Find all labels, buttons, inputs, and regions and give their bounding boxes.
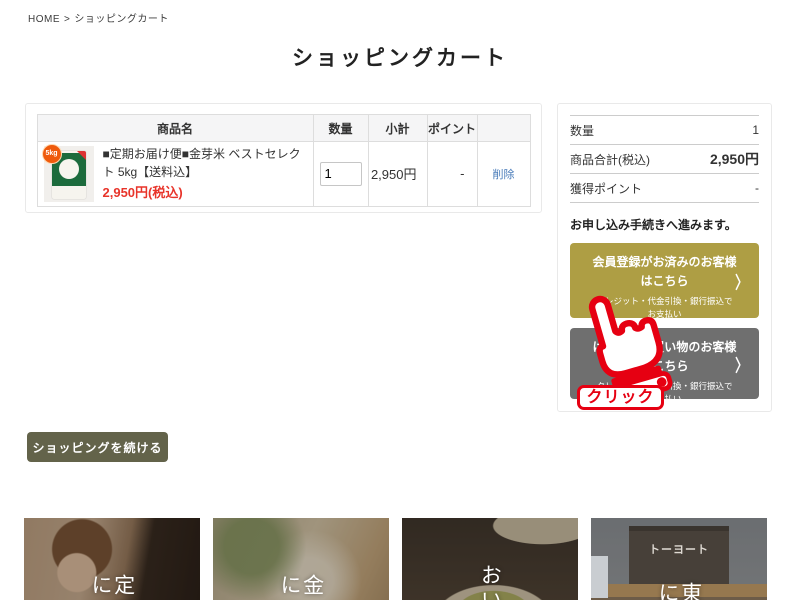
- cart-table: 商品名 数量 小計 ポイント 5kg: [37, 114, 531, 207]
- member-button-sub-line2: お支払い: [592, 308, 737, 320]
- summary-points-value: -: [755, 181, 759, 195]
- cart-item-row: 5kg ■定期お届け便■金芽米 ベストセレクト 5kg【送料込】 2,950円(…: [37, 142, 530, 207]
- member-checkout-button[interactable]: 会員登録がお済みのお客様 はこちら クレジット・代金引換・銀行振込で お支払い …: [570, 243, 759, 318]
- product-price: 2,950円(税込): [103, 183, 307, 203]
- header-actions: [477, 115, 530, 142]
- order-summary-panel: 数量 1 商品合計(税込) 2,950円 獲得ポイント - お申し込み手続きへ進…: [557, 103, 772, 412]
- breadcrumb-separator: >: [64, 14, 70, 25]
- header-subtotal: 小計: [368, 115, 427, 142]
- building-sign-cube: トーヨート: [629, 526, 729, 584]
- quantity-input[interactable]: [320, 162, 362, 186]
- breadcrumb-current: ショッピングカート: [74, 14, 169, 25]
- product-thumbnail: 5kg: [44, 146, 94, 202]
- shopping-cart-page: HOME > ショッピングカート ショッピングカート 商品名 数量 小計 ポイント: [0, 0, 800, 600]
- summary-points-label: 獲得ポイント: [570, 180, 642, 197]
- delete-item-link[interactable]: 削除: [493, 169, 515, 181]
- footer-banner-row: 定期につ 金に おい トーヨート 東に: [24, 518, 768, 600]
- breadcrumb-home-link[interactable]: HOME: [28, 14, 60, 25]
- product-name: ■定期お届け便■金芽米 ベストセレクト 5kg【送料込】: [103, 145, 307, 181]
- header-points: ポイント: [427, 115, 477, 142]
- guest-button-title-line1: はじめてお買い物のお客様: [592, 338, 737, 357]
- building-sign-text: トーヨート: [649, 541, 709, 584]
- banner-teiki-label: 定期につ: [89, 574, 134, 600]
- banner-teiki[interactable]: 定期につ: [24, 518, 200, 600]
- proceed-note: お申し込み手続きへ進みます。: [570, 216, 759, 233]
- weight-badge: 5kg: [42, 144, 62, 164]
- header-quantity: 数量: [313, 115, 368, 142]
- summary-total-row: 商品合計(税込) 2,950円: [570, 145, 759, 174]
- banner-kinmemai-label: 金に: [278, 574, 323, 600]
- item-subtotal: 2,950円: [368, 142, 427, 207]
- summary-total-label: 商品合計(税込): [570, 151, 650, 168]
- summary-quantity-label: 数量: [570, 122, 594, 139]
- chevron-right-icon: 〉: [735, 351, 748, 376]
- page-title: ショッピングカート: [0, 42, 800, 72]
- summary-points-row: 獲得ポイント -: [570, 174, 759, 203]
- summary-quantity-value: 1: [752, 123, 759, 137]
- summary-total-value: 2,950円: [710, 149, 759, 169]
- cart-header-row: 商品名 数量 小計 ポイント: [37, 115, 530, 142]
- summary-quantity-row: 数量 1: [570, 116, 759, 145]
- click-callout-label: クリック: [577, 385, 664, 410]
- cart-panel: 商品名 数量 小計 ポイント 5kg: [25, 103, 542, 213]
- chevron-right-icon: 〉: [735, 268, 748, 293]
- banner-oishisa-label: おい: [479, 564, 502, 600]
- breadcrumb: HOME > ショッピングカート: [28, 10, 169, 25]
- continue-shopping-button[interactable]: ショッピングを続ける: [27, 432, 168, 462]
- member-button-sub-line1: クレジット・代金引換・銀行振込で: [592, 295, 737, 307]
- item-points: -: [427, 142, 477, 207]
- banner-toyo[interactable]: トーヨート 東に: [591, 518, 767, 600]
- product-cell: 5kg ■定期お届け便■金芽米 ベストセレクト 5kg【送料込】 2,950円(…: [38, 142, 313, 206]
- banner-kinmemai[interactable]: 金に: [213, 518, 389, 600]
- member-button-title-line1: 会員登録がお済みのお客様: [592, 253, 737, 272]
- banner-toyo-label: 東に: [656, 582, 701, 600]
- banner-oishisa[interactable]: おい: [402, 518, 578, 600]
- member-button-title-line2: はこちら: [592, 272, 737, 291]
- guest-button-title-line2: はこちら: [592, 357, 737, 376]
- header-product-name: 商品名: [37, 115, 313, 142]
